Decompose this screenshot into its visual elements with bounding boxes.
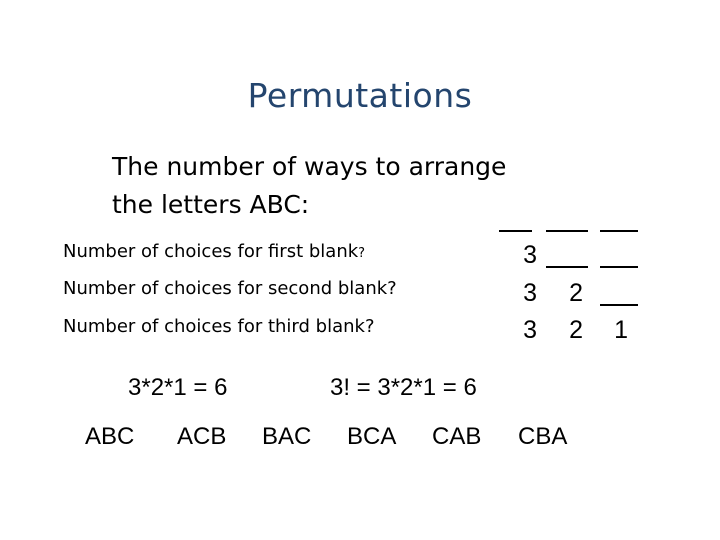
blank-cell-value: 3 <box>523 316 537 344</box>
list-item: BCA <box>347 423 397 450</box>
prompt-third-blank: Number of choices for third blank? <box>63 316 375 337</box>
equation-factorial: 3! = 3*2*1 = 6 <box>330 374 477 401</box>
blank-cell <box>497 205 543 243</box>
list-item: ABC <box>85 423 135 450</box>
blank-cell-value: 1 <box>614 316 628 344</box>
blank-cell: 3 <box>497 279 543 317</box>
blank-underline <box>600 266 638 268</box>
blank-cell <box>543 205 589 243</box>
blank-cell: 2 <box>543 316 589 354</box>
prompt-first-blank: Number of choices for first blank? <box>63 241 365 262</box>
blank-cell-value: 2 <box>569 316 583 344</box>
prompt-first-blank-text: Number of choices for first blank <box>63 241 359 262</box>
slide-canvas: Permutations The number of ways to arran… <box>0 0 720 540</box>
page-title: Permutations <box>247 76 473 115</box>
list-item: BAC <box>262 423 312 450</box>
list-item: CAB <box>432 423 482 450</box>
prompt-second-blank: Number of choices for second blank? <box>63 278 397 299</box>
blank-grid-row: 3 <box>497 241 657 279</box>
blank-cell: 1 <box>598 316 644 354</box>
blank-underline <box>546 266 588 268</box>
blank-grid-row <box>497 205 657 243</box>
blank-grid-row: 3 2 <box>497 279 657 317</box>
prompt-first-blank-question-mark: ? <box>358 246 366 261</box>
blank-cell-value: 2 <box>569 279 583 307</box>
permutation-list: ABC ACB BAC BCA CAB CBA <box>80 423 640 455</box>
list-item: ACB <box>177 423 227 450</box>
list-item: CBA <box>518 423 568 450</box>
blank-underline <box>546 230 588 232</box>
blank-cell <box>598 279 644 317</box>
equation-product: 3*2*1 = 6 <box>128 374 228 401</box>
blank-cell <box>543 241 589 279</box>
blank-underline <box>499 230 532 232</box>
lead-in-line-1: The number of ways to arrange <box>112 152 507 181</box>
blank-grid-row: 3 2 1 <box>497 316 657 354</box>
blank-cell: 3 <box>497 316 543 354</box>
blank-cell-value: 3 <box>523 279 537 307</box>
blank-cell <box>598 241 644 279</box>
blank-cell <box>598 205 644 243</box>
blank-cell-value: 3 <box>523 241 537 269</box>
blank-grid: 3 3 2 3 2 1 <box>497 205 657 350</box>
blank-underline <box>600 304 638 306</box>
blank-underline <box>600 230 638 232</box>
blank-cell: 2 <box>543 279 589 317</box>
blank-cell: 3 <box>497 241 543 279</box>
